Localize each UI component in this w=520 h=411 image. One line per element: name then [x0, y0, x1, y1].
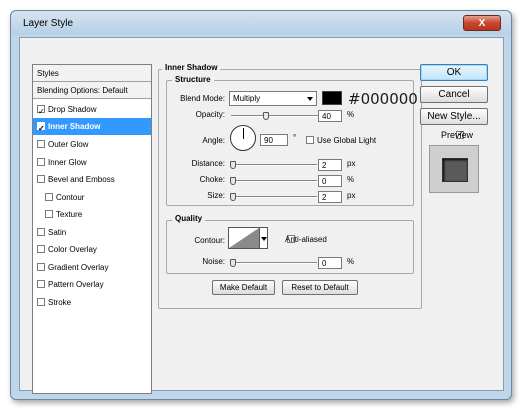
styles-header[interactable]: Styles — [33, 65, 151, 82]
layer-style-dialog: Layer Style X Styles Blending Options: D… — [10, 10, 512, 400]
blend-mode-select[interactable]: Multiply — [229, 91, 317, 106]
contour-preview-icon — [229, 228, 259, 248]
style-item-color-overlay[interactable]: Color Overlay — [33, 241, 151, 258]
style-item-inner-shadow[interactable]: Inner Shadow — [33, 118, 151, 137]
inner-glow-checkbox[interactable] — [37, 158, 45, 166]
quality-title: Quality — [172, 214, 206, 223]
distance-unit: px — [347, 159, 356, 168]
dialog-body: Styles Blending Options: Default Drop Sh… — [19, 37, 504, 394]
shadow-color-swatch[interactable] — [322, 91, 342, 105]
gradient-overlay-checkbox[interactable] — [37, 263, 45, 271]
angle-label: Angle: — [202, 136, 225, 145]
inner-shadow-checkbox[interactable] — [37, 120, 45, 137]
style-item-inner-glow[interactable]: Inner Glow — [33, 154, 151, 171]
choke-slider-track[interactable] — [231, 180, 317, 182]
style-item-gradient-overlay[interactable]: Gradient Overlay — [33, 259, 151, 276]
distance-slider-thumb[interactable] — [230, 161, 236, 169]
style-item-pattern-overlay[interactable]: Pattern Overlay — [33, 276, 151, 293]
satin-checkbox[interactable] — [37, 228, 45, 236]
noise-slider-thumb[interactable] — [230, 259, 236, 267]
contour-picker[interactable] — [228, 227, 260, 249]
noise-label: Noise: — [202, 257, 225, 266]
blend-mode-label: Blend Mode: — [180, 94, 225, 103]
styles-list: Styles Blending Options: Default Drop Sh… — [32, 64, 152, 394]
make-default-button[interactable]: Make Default — [212, 280, 275, 295]
stroke-checkbox[interactable] — [37, 298, 45, 306]
opacity-slider-thumb[interactable] — [263, 112, 270, 120]
choke-input[interactable]: 0 — [318, 175, 342, 187]
style-item-drop-shadow[interactable]: Drop Shadow — [33, 101, 151, 120]
opacity-slider-track[interactable] — [231, 115, 319, 117]
style-item-contour[interactable]: Contour — [33, 189, 151, 206]
distance-input[interactable]: 2 — [318, 159, 342, 171]
opacity-unit: % — [347, 110, 355, 119]
opacity-input[interactable]: 40 — [318, 110, 342, 122]
noise-unit: % — [347, 257, 355, 266]
opacity-label: Opacity: — [195, 110, 225, 119]
angle-input[interactable]: 90 — [260, 134, 288, 146]
preview-swatch — [442, 158, 468, 182]
inner-shadow-title: Inner Shadow — [162, 63, 221, 72]
style-item-satin[interactable]: Satin — [33, 224, 151, 241]
style-item-bevel-emboss[interactable]: Bevel and Emboss — [33, 171, 151, 188]
size-input[interactable]: 2 — [318, 191, 342, 203]
cancel-button[interactable]: Cancel — [420, 86, 488, 103]
window-title: Layer Style — [23, 18, 74, 29]
style-item-stroke[interactable]: Stroke — [33, 294, 151, 311]
angle-needle — [243, 128, 244, 139]
global-light-label: Use Global Light — [317, 136, 377, 145]
distance-slider-track[interactable] — [231, 164, 317, 166]
blending-options-item[interactable]: Blending Options: Default — [33, 82, 151, 99]
drop-shadow-checkbox[interactable] — [37, 103, 45, 120]
color-hex-label: #000000 — [348, 90, 418, 108]
style-item-outer-glow[interactable]: Outer Glow — [33, 136, 151, 153]
outer-glow-checkbox[interactable] — [37, 140, 45, 148]
title-bar: Layer Style X — [11, 11, 511, 35]
anti-aliased-label: Anti-aliased — [285, 235, 327, 244]
noise-slider-track[interactable] — [231, 262, 317, 264]
degree-unit: ° — [293, 133, 297, 142]
close-button[interactable]: X — [463, 15, 501, 31]
color-overlay-checkbox[interactable] — [37, 245, 45, 253]
noise-input[interactable]: 0 — [318, 257, 342, 269]
new-style-button[interactable]: New Style... — [420, 108, 488, 125]
preview-thumbnail — [429, 145, 479, 193]
chevron-down-icon — [261, 237, 267, 241]
structure-title: Structure — [172, 75, 214, 84]
choke-label: Choke: — [199, 175, 225, 184]
angle-dial[interactable] — [230, 125, 256, 151]
contour-checkbox[interactable] — [45, 193, 53, 201]
size-slider-track[interactable] — [231, 196, 317, 198]
choke-unit: % — [347, 175, 355, 184]
size-slider-thumb[interactable] — [230, 193, 236, 201]
texture-checkbox[interactable] — [45, 210, 53, 218]
contour-label: Contour: — [194, 236, 225, 245]
bevel-emboss-checkbox[interactable] — [37, 175, 45, 183]
size-unit: px — [347, 191, 356, 200]
global-light-checkbox[interactable] — [306, 136, 314, 144]
reset-default-button[interactable]: Reset to Default — [282, 280, 358, 295]
ok-button[interactable]: OK — [420, 64, 488, 81]
chevron-down-icon — [307, 97, 313, 101]
pattern-overlay-checkbox[interactable] — [37, 280, 45, 288]
choke-slider-thumb[interactable] — [230, 177, 236, 185]
distance-label: Distance: — [191, 159, 225, 168]
contour-dropdown[interactable] — [260, 227, 268, 249]
style-item-texture[interactable]: Texture — [33, 206, 151, 223]
size-label: Size: — [207, 191, 225, 200]
preview-label: Preview — [441, 130, 474, 140]
